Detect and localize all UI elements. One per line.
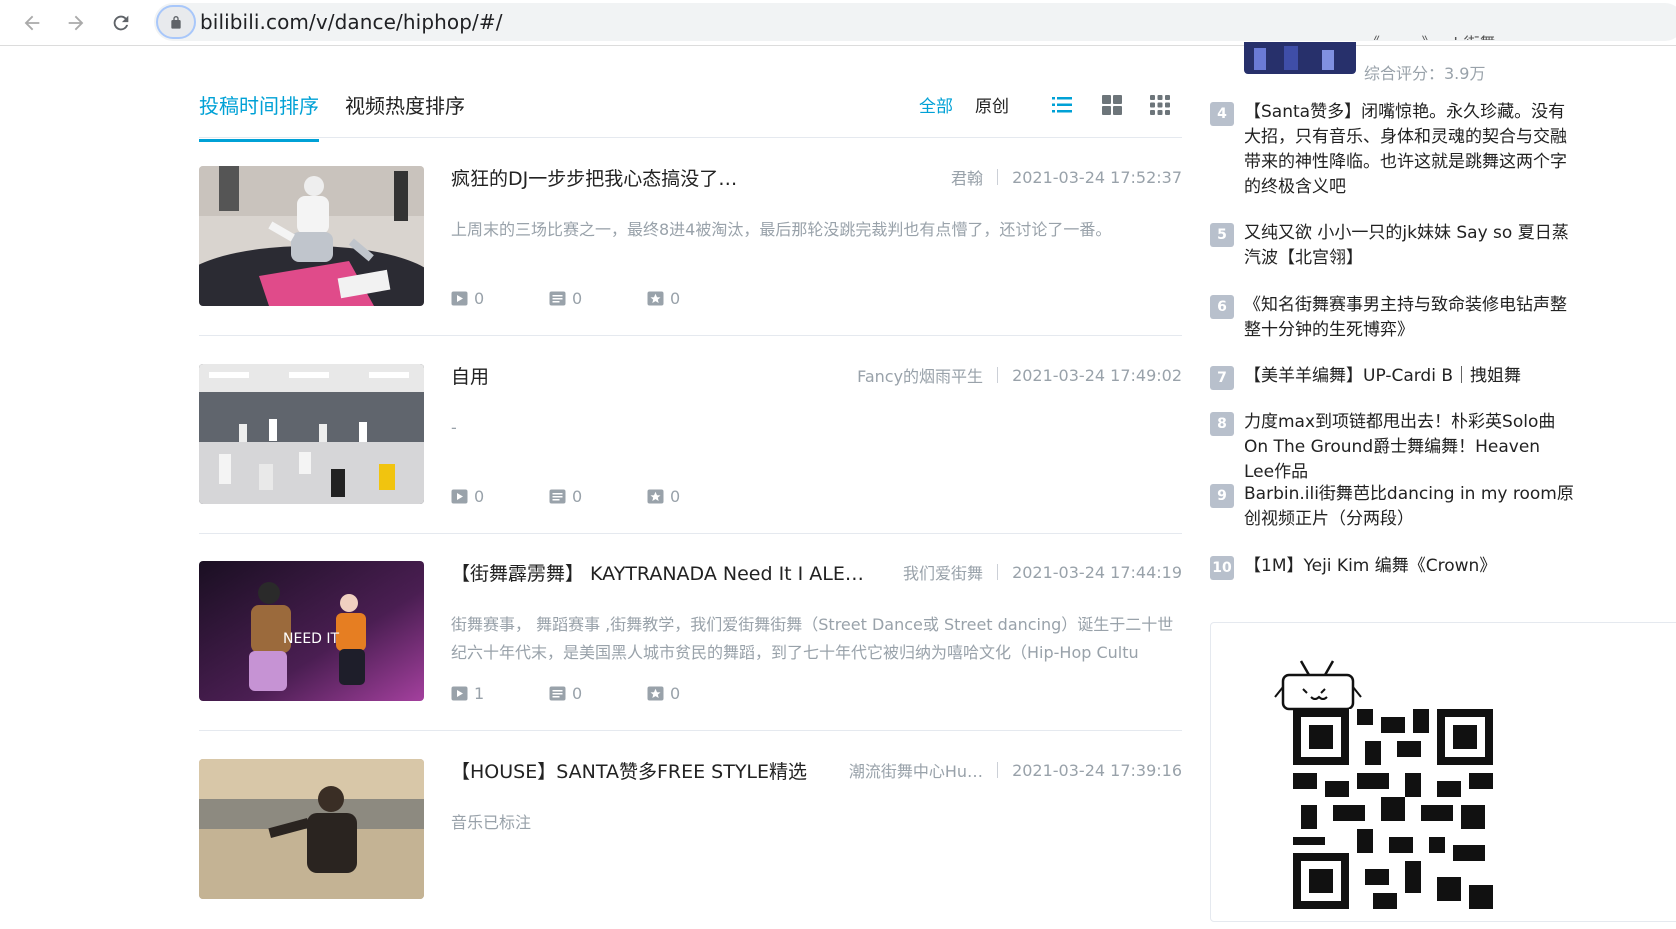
video-thumbnail[interactable]: [199, 759, 424, 899]
play-icon: [451, 291, 468, 305]
video-author[interactable]: 我们爱街舞: [903, 560, 983, 584]
lock-icon: [171, 16, 181, 29]
arrow-right-icon: [68, 15, 84, 31]
url-text[interactable]: bilibili.com/v/dance/hiphop/#/: [200, 10, 503, 34]
play-count-value: 0: [474, 486, 485, 506]
play-count: 0: [451, 289, 549, 308]
rank-number: 10: [1210, 556, 1234, 580]
rank-title[interactable]: 力度max到项链都甩出去！朴彩英Solo曲On The Ground爵士舞编舞！…: [1244, 410, 1574, 485]
thumbnail-caption: NEED IT: [283, 631, 340, 647]
video-item: 自用 Fancy的烟雨平生 2021-03-24 17:49:02 - 0 0 …: [199, 336, 1182, 534]
small-grid-view-icon[interactable]: [1149, 94, 1171, 116]
tab-time-sort[interactable]: 投稿时间排序: [199, 90, 319, 142]
rank-thumbnail[interactable]: [1244, 42, 1356, 74]
video-meta: Fancy的烟雨平生 2021-03-24 17:49:02: [857, 363, 1182, 387]
favorite-count: 0: [647, 684, 745, 703]
video-thumbnail[interactable]: NEED IT: [199, 561, 424, 701]
divider: [997, 564, 999, 580]
danmaku-icon: [549, 489, 566, 503]
video-title[interactable]: 自用: [451, 362, 881, 389]
rank-item-title-partial[interactable]: 《……y》…b街舞…: [1364, 30, 1512, 40]
video-item: 【HOUSE】SANTA赞多FREE STYLE精选 潮流街舞中心Hu… 202…: [199, 731, 1182, 929]
play-count: 0: [451, 487, 549, 506]
danmaku-count-value: 0: [572, 288, 583, 308]
list-view-icon[interactable]: [1051, 94, 1073, 116]
video-stats: 0 0 0: [451, 486, 745, 506]
video-meta: 我们爱街舞 2021-03-24 17:44:19: [903, 560, 1182, 584]
app-download-card: [1210, 622, 1676, 922]
video-meta: 君翰 2021-03-24 17:52:37: [951, 165, 1182, 189]
danmaku-icon: [549, 291, 566, 305]
favorite-count-value: 0: [670, 486, 681, 506]
video-time: 2021-03-24 17:39:16: [1012, 760, 1182, 780]
star-icon: [647, 489, 664, 503]
danmaku-count: 0: [549, 684, 647, 703]
rank-number: 5: [1210, 223, 1234, 247]
video-title[interactable]: 【街舞霹雳舞】 KAYTRANADA Need It I ALE…: [451, 559, 881, 586]
rank-title[interactable]: 又纯又欲 小小一只的jk妹妹 Say so 夏日蒸汽波【北宫翎】: [1244, 221, 1574, 271]
arrow-left-icon: [24, 15, 40, 31]
video-description: -: [451, 418, 457, 437]
play-count: 1: [451, 684, 549, 703]
video-title[interactable]: 疯狂的DJ一步步把我心态搞没了…: [451, 164, 881, 191]
danmaku-count: 0: [549, 487, 647, 506]
filter-all[interactable]: 全部: [919, 92, 953, 117]
video-stats: 1 0 0: [451, 683, 745, 703]
reload-button[interactable]: [103, 5, 139, 41]
video-title[interactable]: 【HOUSE】SANTA赞多FREE STYLE精选: [451, 757, 881, 784]
danmaku-count: 0: [549, 289, 647, 308]
danmaku-icon: [549, 686, 566, 700]
play-icon: [451, 489, 468, 503]
video-stats: 0 0 0: [451, 288, 745, 308]
video-item: NEED IT 【街舞霹雳舞】 KAYTRANADA Need It I ALE…: [199, 533, 1182, 731]
star-icon: [647, 291, 664, 305]
rank-number: 6: [1210, 295, 1234, 319]
reload-icon: [113, 15, 129, 31]
video-meta: 潮流街舞中心Hu… 2021-03-24 17:39:16: [849, 758, 1182, 782]
video-description: 音乐已标注: [451, 813, 532, 832]
rank-number: 9: [1210, 484, 1234, 508]
rank-title[interactable]: Barbin.ili街舞芭比dancing in my room原创视频正片（分…: [1244, 482, 1574, 532]
rank-title[interactable]: 【1M】Yeji Kim 编舞《Crown》: [1244, 554, 1574, 579]
danmaku-count-value: 0: [572, 486, 583, 506]
video-author[interactable]: 潮流街舞中心Hu…: [849, 758, 983, 782]
video-time: 2021-03-24 17:52:37: [1012, 167, 1182, 187]
video-author[interactable]: 君翰: [951, 165, 983, 189]
play-icon: [451, 686, 468, 700]
rank-title[interactable]: 《知名街舞赛事男主持与致命装修电钻声整整十分钟的生死博弈》: [1244, 293, 1574, 343]
star-icon: [647, 686, 664, 700]
divider: [997, 169, 999, 185]
video-time: 2021-03-24 17:49:02: [1012, 365, 1182, 385]
video-thumbnail[interactable]: [199, 364, 424, 504]
play-count-value: 0: [474, 288, 485, 308]
site-info-button[interactable]: [156, 5, 196, 39]
rank-number: 7: [1210, 366, 1234, 390]
video-time: 2021-03-24 17:44:19: [1012, 562, 1182, 582]
rank-title[interactable]: 【Santa赞多】闭嘴惊艳。永久珍藏。没有大招，只有音乐、身体和灵魂的契合与交融…: [1244, 100, 1574, 200]
favorite-count: 0: [647, 289, 745, 308]
divider: [997, 367, 999, 383]
danmaku-count-value: 0: [572, 683, 583, 703]
favorite-count-value: 0: [670, 683, 681, 703]
qr-code-icon: [1293, 709, 1493, 909]
tab-hot-sort[interactable]: 视频热度排序: [345, 90, 465, 139]
filter-original[interactable]: 原创: [975, 92, 1009, 117]
divider: [997, 762, 999, 778]
forward-button[interactable]: [58, 5, 94, 41]
video-description: 街舞赛事， 舞蹈赛事 ,街舞教学，我们爱街舞街舞（Street Dance或 S…: [451, 615, 1174, 662]
video-thumbnail[interactable]: [199, 166, 424, 306]
video-description: 上周末的三场比赛之一，最终8进4被淘汰，最后那轮没跳完裁判也有点懵了，还讨论了一…: [451, 220, 1112, 239]
favorite-count: 0: [647, 487, 745, 506]
video-item: 疯狂的DJ一步步把我心态搞没了… 君翰 2021-03-24 17:52:37 …: [199, 138, 1182, 336]
play-count-value: 1: [474, 683, 485, 703]
back-button[interactable]: [14, 5, 50, 41]
rank-number: 4: [1210, 102, 1234, 126]
grid-view-icon[interactable]: [1101, 94, 1123, 116]
rank-number: 8: [1210, 412, 1234, 436]
rank-title[interactable]: 【美羊羊编舞】UP-Cardi B｜拽姐舞: [1244, 364, 1574, 389]
video-author[interactable]: Fancy的烟雨平生: [857, 363, 983, 387]
sort-tabs: 投稿时间排序 视频热度排序 全部 原创: [199, 72, 1182, 142]
rank-score: 综合评分：3.9万: [1364, 64, 1486, 83]
favorite-count-value: 0: [670, 288, 681, 308]
